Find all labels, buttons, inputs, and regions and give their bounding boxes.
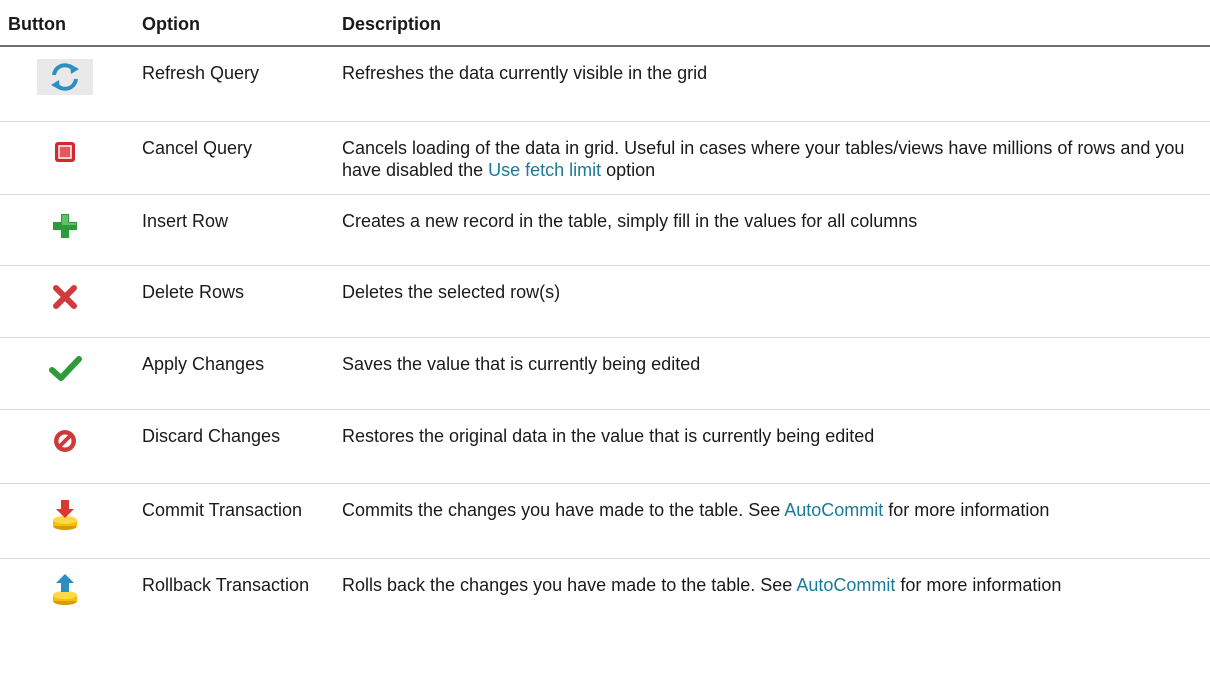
button-cell	[0, 483, 130, 559]
button-cell	[0, 121, 130, 195]
stop-icon	[37, 134, 93, 170]
button-cell	[0, 409, 130, 484]
description-cell: Refreshes the data currently visible in …	[330, 46, 1210, 122]
table-row: Discard Changes Restores the original da…	[0, 409, 1210, 484]
delete-icon	[37, 278, 93, 314]
button-cell	[0, 46, 130, 122]
description-text: Commits the changes you have made to the…	[342, 500, 785, 520]
table-row: Insert Row Creates a new record in the t…	[0, 194, 1210, 266]
description-text: for more information	[895, 575, 1062, 595]
commit-icon	[37, 496, 93, 532]
option-cell: Discard Changes	[130, 409, 330, 484]
description-text: Creates a new record in the table, simpl…	[342, 211, 918, 231]
description-text: Cancels loading of the data in grid. Use…	[342, 138, 1185, 180]
option-cell: Insert Row	[130, 194, 330, 266]
description-cell: Saves the value that is currently being …	[330, 337, 1210, 410]
description-text: Saves the value that is currently being …	[342, 354, 701, 374]
option-cell: Apply Changes	[130, 337, 330, 410]
description-cell: Rolls back the changes you have made to …	[330, 559, 1210, 632]
option-cell: Cancel Query	[130, 121, 330, 195]
discard-icon	[37, 422, 93, 458]
description-cell: Cancels loading of the data in grid. Use…	[330, 121, 1210, 195]
option-cell: Refresh Query	[130, 46, 330, 122]
refresh-icon	[37, 59, 93, 95]
toolbar-buttons-table: Button Option Description Refresh Query …	[0, 8, 1210, 631]
description-cell: Restores the original data in the value …	[330, 409, 1210, 484]
checkmark-icon	[37, 350, 93, 386]
button-cell	[0, 265, 130, 338]
description-text: Refreshes the data currently visible in …	[342, 63, 708, 83]
description-text: Deletes the selected row(s)	[342, 282, 561, 302]
header-description: Description	[330, 8, 1210, 47]
table-row: Commit Transaction Commits the changes y…	[0, 483, 1210, 559]
description-text: for more information	[883, 500, 1050, 520]
option-cell: Rollback Transaction	[142, 575, 310, 595]
description-text: Rolls back the changes you have made to …	[342, 575, 797, 595]
header-option: Option	[130, 8, 330, 47]
description-cell: Deletes the selected row(s)	[330, 265, 1210, 338]
description-text: option	[601, 160, 656, 180]
button-cell	[0, 194, 130, 266]
plus-icon	[37, 207, 93, 243]
header-button: Button	[0, 8, 130, 47]
table-row: Delete Rows Deletes the selected row(s)	[0, 265, 1210, 338]
table-row: Cancel Query Cancels loading of the data…	[0, 121, 1210, 195]
option-cell: Commit Transaction	[130, 483, 330, 559]
button-cell	[0, 559, 130, 632]
table-header-row: Button Option Description	[0, 8, 1210, 47]
table-row: Rollback Transaction Rolls back the chan…	[0, 559, 1210, 632]
rollback-icon	[37, 571, 93, 607]
autocommit-link[interactable]: AutoCommit	[784, 500, 883, 520]
description-text: Restores the original data in the value …	[342, 426, 875, 446]
table-row: Refresh Query Refreshes the data current…	[0, 46, 1210, 122]
autocommit-link[interactable]: AutoCommit	[796, 575, 895, 595]
button-cell	[0, 337, 130, 410]
description-cell: Commits the changes you have made to the…	[330, 483, 1210, 559]
description-cell: Creates a new record in the table, simpl…	[330, 194, 1210, 266]
table-row: Apply Changes Saves the value that is cu…	[0, 337, 1210, 410]
use-fetch-limit-link[interactable]: Use fetch limit	[488, 160, 601, 180]
option-cell: Delete Rows	[130, 265, 330, 338]
